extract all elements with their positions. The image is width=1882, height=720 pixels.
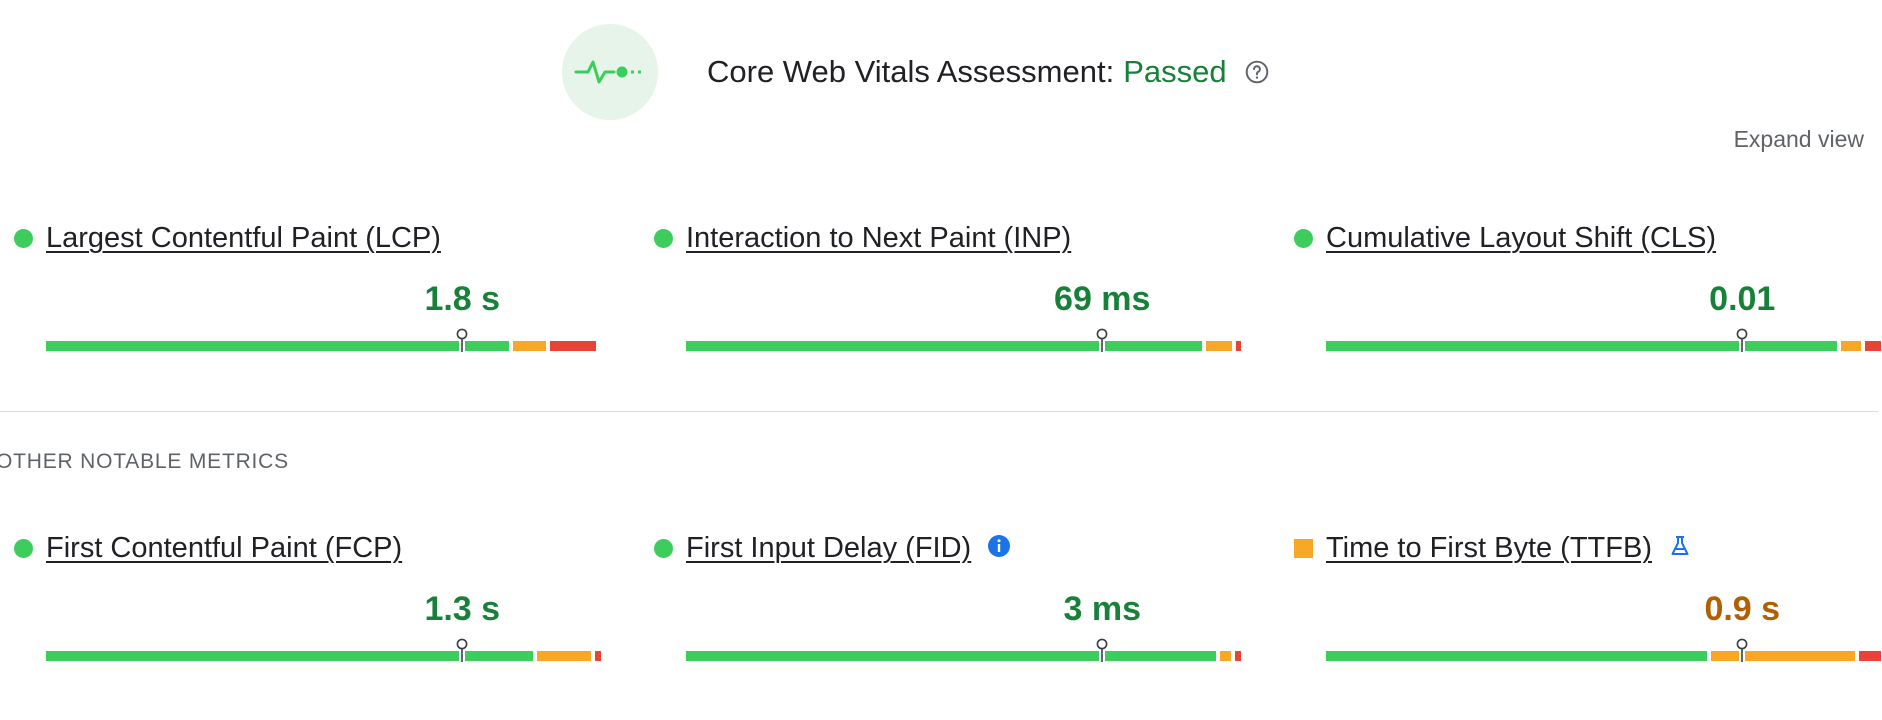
metric-value: 1.8 s: [424, 280, 501, 318]
metric-title-link[interactable]: Interaction to Next Paint (INP): [686, 222, 1071, 255]
poor-segment: [1859, 651, 1881, 661]
metric-title-link[interactable]: Cumulative Layout Shift (CLS): [1326, 222, 1716, 255]
metric-value: 1.3 s: [424, 590, 501, 628]
good-segment: [686, 341, 1100, 351]
needs-improvement-segment: [1220, 651, 1231, 661]
needs-improvement-segment: [513, 341, 546, 351]
metric-value: 3 ms: [1063, 590, 1142, 628]
poor-segment: [594, 651, 601, 661]
needs-improvement-segment: [1745, 651, 1856, 661]
poor-segment: [1235, 341, 1241, 351]
metric-title-link[interactable]: Time to First Byte (TTFB): [1326, 532, 1652, 565]
good-segment: [1745, 341, 1837, 351]
needs-improvement-square: [1294, 539, 1313, 558]
metric-card: First Contentful Paint (FCP) 1.3 s: [0, 532, 601, 682]
help-circle-icon[interactable]: [1244, 59, 1270, 85]
good-segment: [1326, 341, 1740, 351]
distribution-bar: [686, 341, 1241, 351]
metric-card: Largest Contentful Paint (LCP) 1.8 s: [0, 222, 596, 372]
pulse-icon: [562, 24, 658, 120]
metric-card: Cumulative Layout Shift (CLS) 0.01: [1280, 222, 1881, 372]
good-segment: [686, 651, 1100, 661]
p75-marker-icon: [455, 638, 469, 662]
metric-value: 0.01: [1709, 280, 1776, 318]
good-segment: [46, 341, 460, 351]
p75-marker-icon: [455, 328, 469, 352]
needs-improvement-segment: [1206, 341, 1232, 351]
assessment-label: Core Web Vitals Assessment:: [707, 54, 1115, 89]
needs-improvement-segment: [1840, 341, 1861, 351]
metric-card: Interaction to Next Paint (INP) 69 ms: [640, 222, 1241, 372]
metric-card: First Input Delay (FID) 3 ms: [640, 532, 1241, 682]
good-segment: [46, 651, 460, 661]
distribution-bar: [1326, 341, 1881, 351]
good-status-dot: [1294, 229, 1313, 248]
good-segment: [465, 341, 510, 351]
distribution-bar: [686, 651, 1241, 661]
poor-segment: [1864, 341, 1881, 351]
p75-marker-icon: [1735, 328, 1749, 352]
good-status-dot: [14, 539, 33, 558]
distribution-bar: [46, 651, 601, 661]
lab-flask-icon[interactable]: [1668, 534, 1692, 563]
needs-improvement-segment: [537, 651, 591, 661]
assessment-status: Passed: [1123, 54, 1227, 89]
metric-card: Time to First Byte (TTFB) 0.9 s: [1280, 532, 1881, 682]
good-segment: [1326, 651, 1708, 661]
distribution-bar: [46, 341, 601, 351]
poor-segment: [1234, 651, 1241, 661]
p75-marker-icon: [1095, 638, 1109, 662]
metric-title-link[interactable]: First Contentful Paint (FCP): [46, 532, 402, 565]
section-label: OTHER NOTABLE METRICS: [0, 450, 289, 473]
good-segment: [1105, 341, 1203, 351]
good-segment: [1105, 651, 1217, 661]
expand-view-button[interactable]: Expand view: [1734, 126, 1864, 153]
p75-marker-icon: [1735, 638, 1749, 662]
good-segment: [465, 651, 534, 661]
poor-segment: [549, 341, 596, 351]
section-divider: [0, 411, 1878, 412]
metric-title-link[interactable]: Largest Contentful Paint (LCP): [46, 222, 441, 255]
metric-value: 69 ms: [1054, 280, 1151, 318]
p75-marker-icon: [1095, 328, 1109, 352]
info-icon[interactable]: [987, 534, 1011, 563]
good-status-dot: [654, 229, 673, 248]
metric-title-link[interactable]: First Input Delay (FID): [686, 532, 971, 565]
distribution-bar: [1326, 651, 1881, 661]
good-status-dot: [654, 539, 673, 558]
assessment-title: Core Web Vitals Assessment: Passed: [707, 54, 1270, 90]
good-status-dot: [14, 229, 33, 248]
assessment-header: Core Web Vitals Assessment: Passed: [562, 24, 1270, 120]
metric-value: 0.9 s: [1704, 590, 1781, 628]
